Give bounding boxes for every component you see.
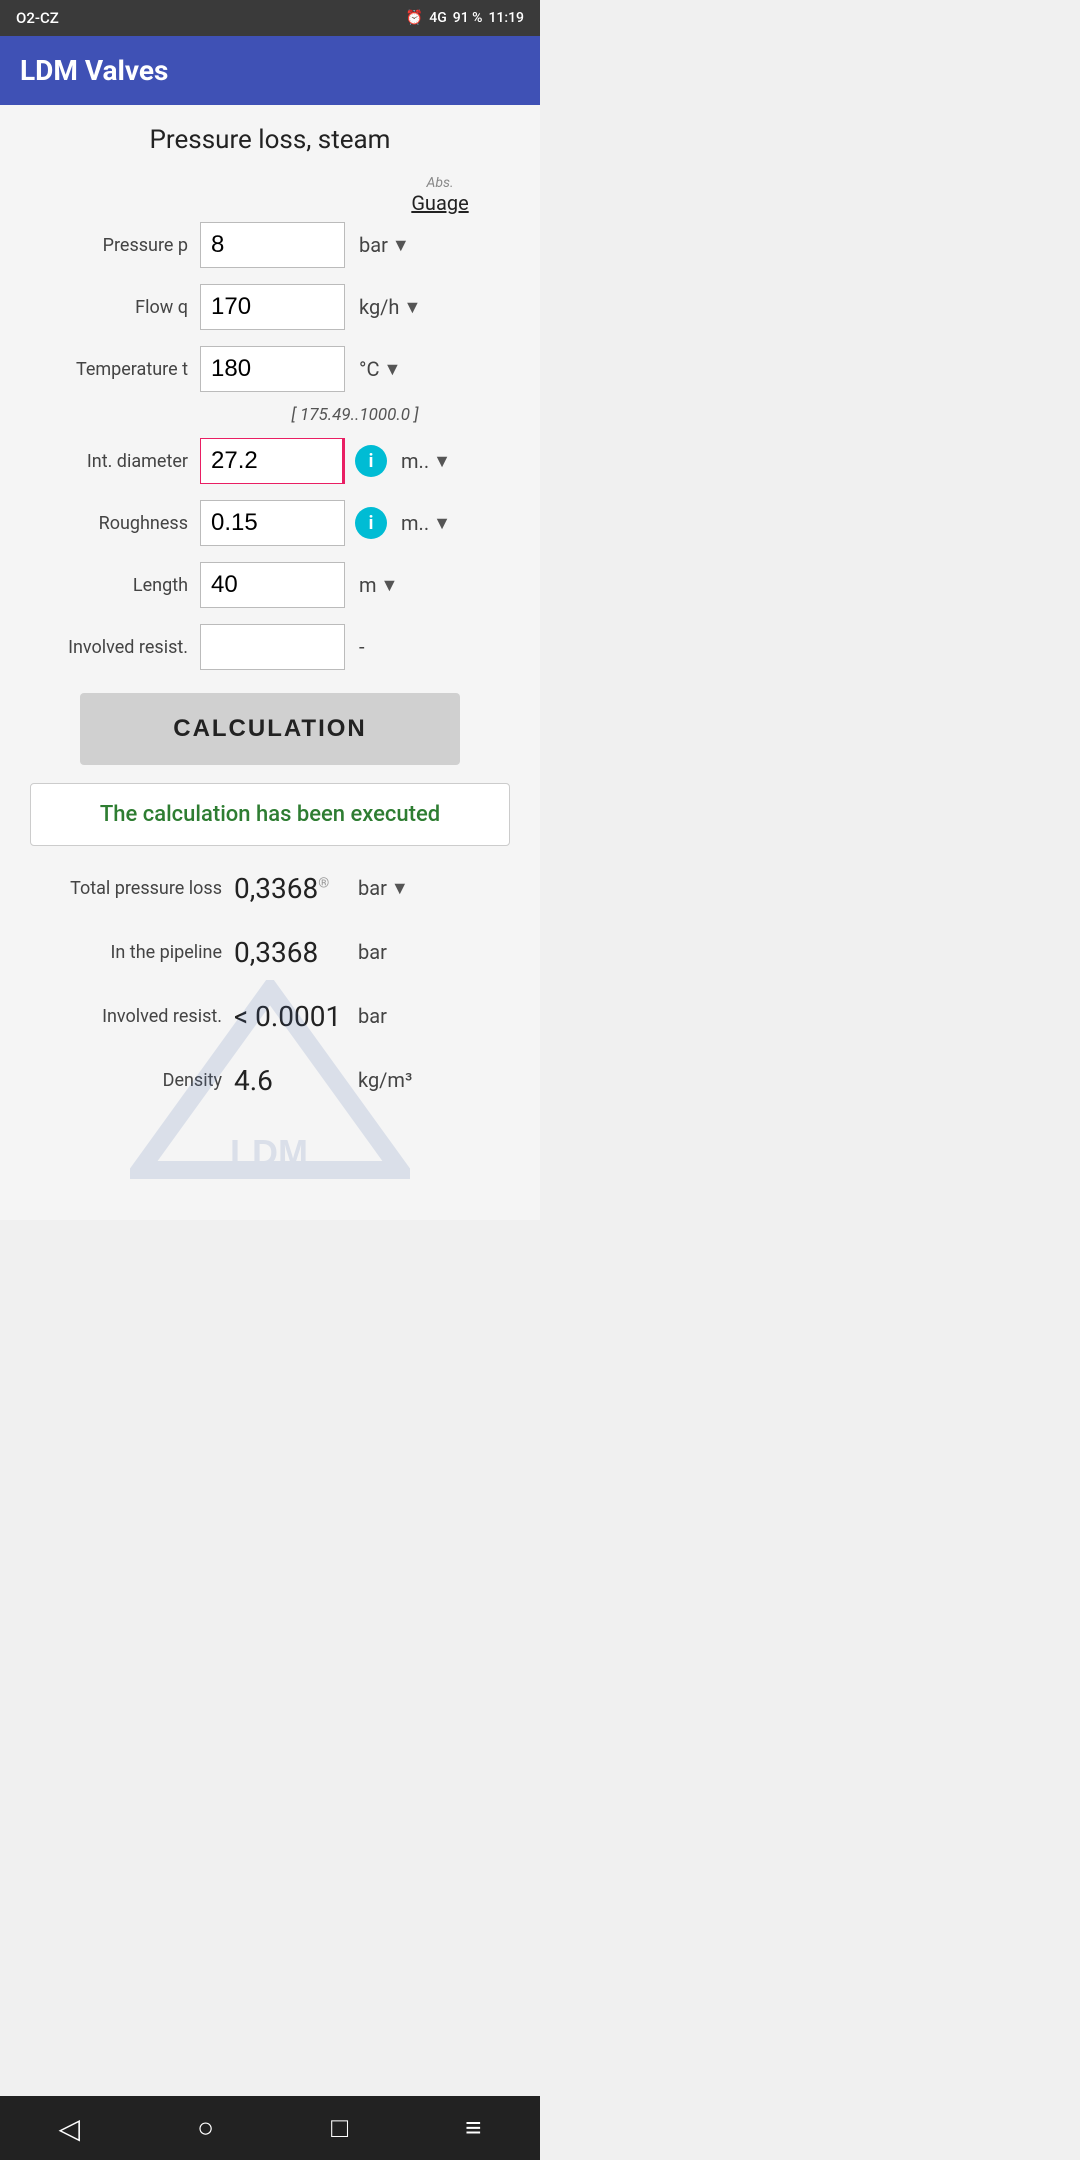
status-bar: O2-CZ ⏰ 4G 91 % 11:19 [0,0,540,36]
form-section: Pressure p bar ▼ Flow q kg/h ▼ Temperatu… [30,219,510,673]
gauge-label: Guage [411,191,468,215]
length-label: Length [30,575,200,596]
status-bar-right: ⏰ 4G 91 % 11:19 [406,10,524,26]
involved-resist-label: Involved resist. [30,637,200,658]
flow-row: Flow q kg/h ▼ [30,281,510,333]
in-pipeline-unit: bar [344,940,387,964]
calculation-button[interactable]: CALCULATION [80,693,460,765]
total-pressure-loss-row: Total pressure loss 0,3368® bar ▼ [30,864,510,912]
main-content: Pressure loss, steam Abs. Guage Pressure… [0,105,540,1220]
length-input[interactable] [200,562,345,608]
battery-label: 91 % [453,10,483,26]
temperature-dropdown-icon[interactable]: ▼ [384,359,402,380]
roughness-info-icon[interactable]: i [355,507,387,539]
int-diameter-info-icon[interactable]: i [355,445,387,477]
density-row: Density 4.6 kg/m³ [30,1056,510,1104]
flow-label: Flow q [30,297,200,318]
int-diameter-input[interactable] [200,438,345,484]
alarm-icon: ⏰ [406,10,423,26]
recent-button[interactable]: □ [307,2104,372,2152]
length-row: Length m ▼ [30,559,510,611]
temperature-label: Temperature t [30,359,200,380]
results-section: LDM Total pressure loss 0,3368® bar ▼ In… [30,864,510,1200]
density-unit: kg/m³ [344,1068,412,1092]
involved-resist-input[interactable] [200,624,345,670]
temperature-unit: °C ▼ [345,357,425,381]
density-label: Density [34,1070,234,1091]
app-bar: LDM Valves [0,36,540,105]
registered-mark: ® [318,875,329,891]
roughness-row: Roughness i m.. ▼ [30,497,510,549]
in-pipeline-row: In the pipeline 0,3368 bar [30,928,510,976]
in-pipeline-label: In the pipeline [34,942,234,963]
int-diameter-unit: m.. ▼ [387,449,467,473]
total-pressure-loss-value: 0,3368® [234,872,344,905]
in-pipeline-value: 0,3368 [234,936,344,969]
involved-resist-result-row: Involved resist. < 0.0001 bar [30,992,510,1040]
app-title: LDM Valves [20,54,168,87]
pressure-dropdown-icon[interactable]: ▼ [392,235,410,256]
flow-input[interactable] [200,284,345,330]
flow-dropdown-icon[interactable]: ▼ [403,297,421,318]
home-button[interactable]: ○ [173,2104,238,2152]
menu-button[interactable]: ≡ [441,2104,505,2152]
involved-resist-result-value: < 0.0001 [234,1000,344,1033]
total-pressure-loss-dropdown-icon[interactable]: ▼ [391,878,409,899]
roughness-unit: m.. ▼ [387,511,467,535]
total-pressure-loss-unit: bar ▼ [344,876,409,900]
length-dropdown-icon[interactable]: ▼ [381,575,399,596]
back-button[interactable]: ◁ [35,2104,105,2153]
length-unit: m ▼ [345,573,425,597]
pressure-row: Pressure p bar ▼ [30,219,510,271]
nav-bar: ◁ ○ □ ≡ [0,2096,540,2160]
pressure-input[interactable] [200,222,345,268]
page-title: Pressure loss, steam [30,125,510,155]
density-value: 4.6 [234,1064,344,1097]
involved-resist-unit: - [345,635,425,659]
calc-button-wrap: CALCULATION [30,693,510,765]
involved-resist-result-label: Involved resist. [34,1006,234,1027]
involved-resist-result-unit: bar [344,1004,387,1028]
int-diameter-row: Int. diameter i m.. ▼ [30,435,510,487]
signal-label: 4G [429,10,447,26]
roughness-input[interactable] [200,500,345,546]
int-diameter-dropdown-icon[interactable]: ▼ [433,451,451,472]
pressure-unit: bar ▼ [345,233,425,257]
temperature-input[interactable] [200,346,345,392]
pressure-label: Pressure p [30,235,200,256]
result-message: The calculation has been executed [100,802,440,827]
temperature-row: Temperature t °C ▼ [30,343,510,395]
result-message-box: The calculation has been executed [30,783,510,846]
time-label: 11:19 [488,10,524,26]
int-diameter-label: Int. diameter [30,451,200,472]
involved-resist-row: Involved resist. - [30,621,510,673]
flow-unit: kg/h ▼ [345,295,425,319]
carrier-label: O2-CZ [16,9,59,27]
abs-label: Abs. [426,175,453,191]
roughness-label: Roughness [30,513,200,534]
unit-header: Abs. Guage [30,175,510,215]
total-pressure-loss-label: Total pressure loss [34,878,234,899]
roughness-dropdown-icon[interactable]: ▼ [433,513,451,534]
temperature-range-hint: [ 175.49..1000.0 ] [200,405,510,425]
